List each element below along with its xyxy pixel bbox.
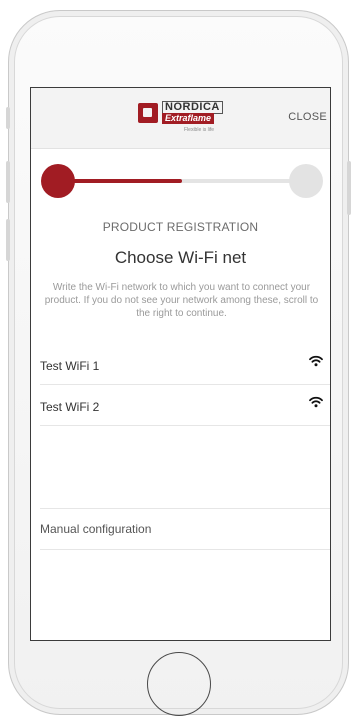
phone-volume-up bbox=[6, 161, 10, 203]
wifi-network-item[interactable]: Test WiFi 1 bbox=[40, 344, 330, 385]
instructions-text: Write the Wi-Fi network to which you wan… bbox=[44, 282, 319, 319]
close-button[interactable]: CLOSE bbox=[288, 111, 327, 123]
wifi-network-name: Test WiFi 2 bbox=[40, 400, 100, 414]
page-title: Choose Wi-Fi net bbox=[114, 248, 247, 267]
brand-logo: NORDICA Extraflame Flexible is life bbox=[138, 101, 234, 137]
section-label: PRODUCT REGISTRATION bbox=[102, 220, 259, 234]
phone-silent-switch bbox=[6, 107, 10, 129]
progress-stepper bbox=[41, 164, 323, 198]
wifi-network-item[interactable]: Test WiFi 2 bbox=[40, 385, 330, 426]
manual-configuration-label: Manual configuration bbox=[40, 522, 152, 536]
step-2-indicator bbox=[289, 164, 323, 198]
home-button[interactable] bbox=[147, 652, 211, 716]
logo-mark-icon bbox=[138, 103, 158, 123]
step-1-indicator bbox=[41, 164, 75, 198]
wifi-network-name: Test WiFi 1 bbox=[40, 359, 100, 373]
app-header: NORDICA Extraflame Flexible is life CLOS… bbox=[31, 88, 330, 149]
progress-fill bbox=[57, 179, 182, 183]
logo-tagline: Flexible is life bbox=[184, 127, 215, 133]
wifi-network-list: Test WiFi 1 Test WiFi 2 bbox=[40, 344, 330, 426]
phone-screen: NORDICA Extraflame Flexible is life CLOS… bbox=[30, 87, 331, 641]
phone-power-button bbox=[347, 161, 351, 215]
phone-volume-down bbox=[6, 219, 10, 261]
wifi-icon bbox=[309, 396, 323, 408]
canvas: NORDICA Extraflame Flexible is life CLOS… bbox=[0, 0, 357, 720]
logo-sub-text: Extraflame bbox=[162, 113, 215, 124]
wifi-icon bbox=[309, 355, 323, 367]
manual-configuration-item[interactable]: Manual configuration bbox=[40, 508, 330, 550]
